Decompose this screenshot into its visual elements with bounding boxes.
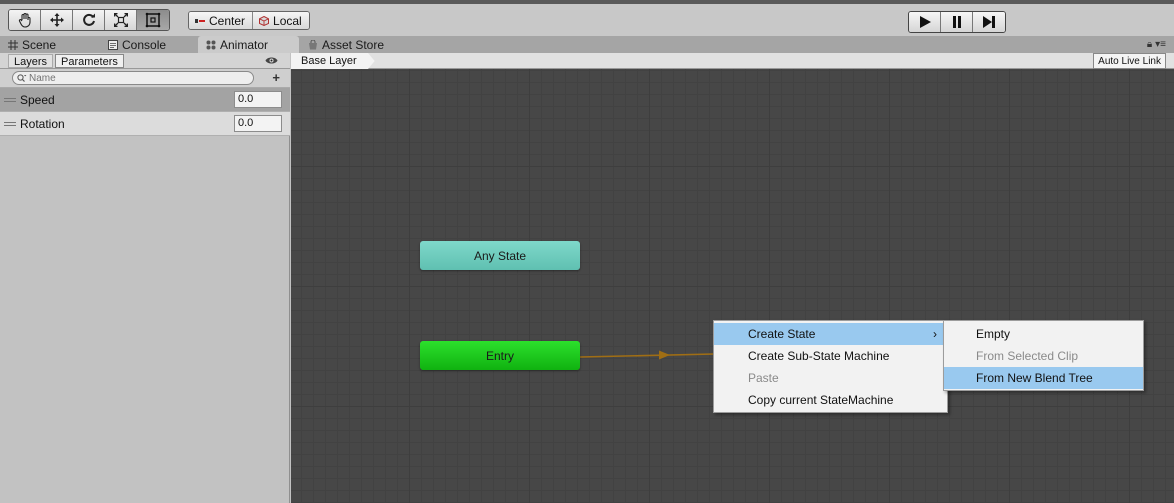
layers-parameters-tabs: Layers Parameters — [0, 53, 290, 69]
parameter-value-field[interactable]: 0.0 — [234, 115, 282, 132]
pivot-rotation-button[interactable]: Local — [253, 12, 309, 29]
animator-icon — [206, 40, 216, 49]
scale-icon — [113, 13, 128, 27]
any-state-node[interactable]: Any State — [420, 241, 580, 270]
grid-hash-icon — [8, 39, 18, 50]
submenu-item-from-selected-clip: From Selected Clip — [976, 349, 1079, 363]
scale-tool-button[interactable] — [105, 10, 137, 30]
local-cube-icon — [259, 15, 270, 26]
play-button[interactable] — [909, 12, 941, 32]
graph-header-bar: Base Layer Auto Live Link — [291, 53, 1174, 69]
hand-icon — [18, 12, 31, 28]
parameter-row[interactable]: Speed 0.0 — [0, 88, 290, 112]
menu-item-create-sub-state-machine[interactable]: Create Sub-State Machine — [714, 345, 947, 367]
main-toolbar: Center Local — [0, 0, 1174, 36]
pause-button[interactable] — [941, 12, 973, 32]
tab-console[interactable]: Console — [100, 36, 174, 53]
tab-controls: 🔒︎ ▾≡ — [1147, 39, 1166, 50]
drag-handle-icon[interactable] — [4, 97, 16, 102]
submenu-arrow-icon: › — [933, 327, 937, 341]
tab-scene[interactable]: Scene — [0, 36, 64, 53]
add-parameter-button[interactable]: + — [272, 71, 280, 84]
submenu-item-from-new-blend-tree[interactable]: From New Blend Tree — [944, 367, 1143, 389]
menu-item-paste: Paste — [748, 371, 779, 385]
menu-item-create-state[interactable]: Create State › — [714, 323, 947, 345]
menu-item-label: Create State — [748, 327, 816, 341]
parameter-search-row: + — [0, 69, 290, 88]
animator-parameters-panel: Layers Parameters + Speed 0.0 Rotation 0… — [0, 53, 290, 503]
tab-console-label: Console — [122, 37, 167, 52]
parameter-row[interactable]: Rotation 0.0 — [0, 112, 290, 136]
search-icon — [17, 73, 27, 82]
hand-tool-button[interactable] — [9, 10, 41, 30]
parameter-search-field[interactable] — [12, 71, 254, 85]
pivot-rotation-label: Local — [273, 13, 302, 28]
tab-parameters[interactable]: Parameters — [55, 53, 124, 68]
move-arrows-icon — [49, 13, 64, 27]
parameter-name: Speed — [20, 92, 55, 107]
eye-icon[interactable] — [265, 55, 278, 66]
menu-item-copy-statemachine[interactable]: Copy current StateMachine — [714, 389, 947, 411]
create-state-submenu: Empty From Selected Clip From New Blend … — [943, 320, 1144, 391]
move-tool-button[interactable] — [41, 10, 73, 30]
tab-scene-label: Scene — [22, 37, 57, 52]
console-icon — [108, 39, 118, 50]
shopping-bag-icon — [309, 39, 317, 49]
pivot-mode-button[interactable]: Center — [189, 12, 254, 29]
tab-asset-store[interactable]: Asset Store — [300, 36, 392, 53]
play-icon — [919, 16, 931, 28]
parameter-value-field[interactable]: 0.0 — [234, 91, 282, 108]
submenu-item-empty[interactable]: Empty — [944, 323, 1143, 345]
transform-tools — [8, 9, 170, 31]
auto-live-link-button[interactable]: Auto Live Link — [1093, 53, 1166, 69]
rect-transform-icon — [145, 12, 161, 28]
pivot-toggles: Center Local — [188, 11, 310, 30]
lock-icon[interactable]: 🔒︎ — [1147, 39, 1152, 50]
parameter-name: Rotation — [20, 116, 65, 131]
tab-asset-store-label: Asset Store — [322, 37, 385, 52]
entry-node[interactable]: Entry — [420, 341, 580, 370]
step-button[interactable] — [973, 12, 1005, 32]
rotate-icon — [82, 13, 95, 26]
breadcrumb[interactable]: Base Layer — [291, 53, 375, 69]
search-input[interactable] — [29, 72, 229, 84]
graph-context-menu: Create State › Create Sub-State Machine … — [713, 320, 948, 413]
window-tab-strip: Scene Console Animator Asset Store 🔒︎ ▾≡ — [0, 36, 1174, 53]
tab-layers[interactable]: Layers — [8, 53, 54, 68]
rect-tool-button[interactable] — [137, 10, 169, 30]
tab-animator-label: Animator — [220, 37, 269, 52]
drag-handle-icon[interactable] — [4, 121, 16, 126]
pivot-mode-label: Center — [209, 13, 246, 28]
playmode-controls — [908, 11, 1006, 33]
state-machine-graph[interactable] — [291, 53, 1174, 503]
tab-animator[interactable]: Animator — [198, 36, 299, 53]
rotate-tool-button[interactable] — [73, 10, 105, 30]
pivot-center-icon — [195, 18, 205, 23]
tab-menu-icon[interactable]: ▾≡ — [1155, 39, 1166, 50]
step-icon — [983, 16, 995, 28]
pause-icon — [952, 16, 961, 28]
